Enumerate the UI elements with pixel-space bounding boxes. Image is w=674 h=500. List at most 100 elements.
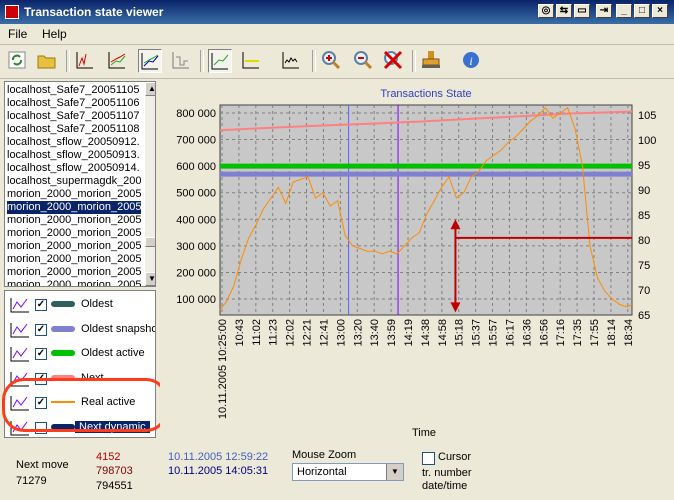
file-list-item[interactable]: localhost_Safe7_20051108 xyxy=(7,123,141,136)
chart-4-icon[interactable] xyxy=(170,49,194,73)
x-tick-label: 12:21 xyxy=(302,319,314,347)
y-left-tick-label: 400 000 xyxy=(176,214,216,226)
x-tick-label: 13:00 xyxy=(335,319,347,347)
x-tick-label: 15:18 xyxy=(454,319,466,347)
legend-label: Oldest snapshot xyxy=(81,322,156,335)
file-list-item[interactable]: morion_2000_morion_2005 xyxy=(7,214,141,227)
legend-label: Oldest xyxy=(81,298,113,310)
file-list-item[interactable]: morion_2000_morion_2005 xyxy=(7,188,141,201)
legend-swatch xyxy=(51,301,75,307)
chart-2-icon[interactable] xyxy=(106,49,130,73)
file-list[interactable]: localhost_Safe7_20051105 localhost_Safe7_… xyxy=(4,81,156,287)
app-icon xyxy=(5,5,19,19)
file-list-item[interactable]: localhost_Safe7_20051106 xyxy=(7,97,141,110)
mouse-zoom-label: Mouse Zoom xyxy=(292,449,357,461)
legend-chart-icon xyxy=(10,322,29,337)
x-tick-label: 16:17 xyxy=(504,319,516,347)
toolbar: i xyxy=(0,44,674,79)
value-red-1: 4152 xyxy=(96,451,121,463)
legend-row[interactable]: ✓ Oldest active xyxy=(5,342,155,366)
chart-7-icon[interactable] xyxy=(280,49,304,73)
title-bar: Transaction state viewer ◎ ⇆ ▭ ⇥ _ □ × xyxy=(0,0,674,24)
extra-2-icon[interactable]: ⇆ xyxy=(556,4,572,18)
y-right-tick-label: 105 xyxy=(638,110,656,122)
mouse-zoom-select[interactable]: Horizontal ▼ xyxy=(292,463,404,481)
file-list-item[interactable]: morion_2000_morion_2005 xyxy=(7,240,141,253)
file-list-item[interactable]: localhost_sflow_20050912. xyxy=(7,136,141,149)
x-tick-label: 14:38 xyxy=(420,319,432,347)
minimize-icon[interactable]: _ xyxy=(616,4,632,18)
zoom-reset-icon[interactable] xyxy=(382,49,406,73)
x-tick-label: 18:34 xyxy=(623,319,635,347)
file-list-item[interactable]: localhost_supermagdk_200 xyxy=(7,175,141,188)
x-tick-label: 17:16 xyxy=(555,319,567,347)
file-list-scrollbar[interactable]: ▲ ▼ xyxy=(145,82,155,286)
info-icon[interactable]: i xyxy=(460,49,484,73)
open-folder-icon[interactable] xyxy=(36,49,60,73)
x-tick-label: 11:02 xyxy=(251,319,263,346)
menu-file[interactable]: File xyxy=(8,27,27,41)
refresh-icon[interactable] xyxy=(6,49,30,73)
maximize-icon[interactable]: □ xyxy=(634,4,650,18)
tr-number-label: tr. number xyxy=(422,467,472,479)
x-tick-label: 16:36 xyxy=(521,319,533,347)
date-start: 10.11.2005 12:59:22 xyxy=(168,451,269,463)
close-icon[interactable]: × xyxy=(652,4,668,18)
zoom-in-icon[interactable] xyxy=(320,49,344,73)
x-tick-label: 16:56 xyxy=(538,319,550,347)
x-tick-label: 14:19 xyxy=(403,319,415,347)
chart-3-icon[interactable] xyxy=(138,49,162,73)
y-right-tick-label: 75 xyxy=(638,260,650,272)
y-right-tick-label: 100 xyxy=(638,135,656,147)
file-list-item[interactable]: morion_2000_morion_2005 xyxy=(7,266,141,279)
x-tick-label: 17:35 xyxy=(572,319,584,347)
legend-swatch xyxy=(51,350,75,356)
x-tick-label: 10.11.2005 10:25:00 xyxy=(217,319,229,419)
plot-area xyxy=(219,104,633,316)
y-left-tick-label: 200 000 xyxy=(176,267,216,279)
value-black: 794551 xyxy=(96,480,133,492)
y-right-tick-label: 80 xyxy=(638,235,650,247)
file-list-item[interactable]: morion_2000_morion_2005 xyxy=(7,253,141,266)
y-right-tick-label: 95 xyxy=(638,160,650,172)
y-right-tick-label: 65 xyxy=(638,310,650,322)
x-tick-label: 14:58 xyxy=(437,319,449,347)
cursor-checkbox[interactable] xyxy=(422,452,435,465)
x-tick-label: 13:40 xyxy=(369,319,381,347)
zoom-out-icon[interactable] xyxy=(352,49,376,73)
chart-svg[interactable]: Transactions State 100 000 200 000 300 000 4… xyxy=(160,81,672,439)
extra-3-icon[interactable]: ▭ xyxy=(574,4,590,18)
chart-5-icon[interactable] xyxy=(208,49,232,73)
chart-panel[interactable]: Transactions State 100 000 200 000 300 000 4… xyxy=(160,81,672,439)
legend-row[interactable]: ✓ Oldest xyxy=(5,293,155,317)
mouse-zoom-value: Horizontal xyxy=(297,466,347,478)
legend-checkbox[interactable]: ✓ xyxy=(35,348,47,360)
x-axis-label: Time xyxy=(412,427,436,439)
legend-checkbox[interactable]: ✓ xyxy=(35,299,47,311)
file-list-item[interactable]: localhost_sflow_20050914. xyxy=(7,162,141,175)
chevron-down-icon[interactable]: ▼ xyxy=(386,464,403,480)
file-list-item[interactable]: morion_2000_morion_2005 xyxy=(7,227,141,240)
next-move-label: Next move xyxy=(16,459,69,471)
legend-chart-icon xyxy=(10,347,29,362)
y-right-tick-label: 90 xyxy=(638,185,650,197)
highlight-annotation xyxy=(2,378,168,432)
extra-4-icon[interactable]: ⇥ xyxy=(596,4,612,18)
legend-row[interactable]: ✓ Oldest snapshot xyxy=(5,318,155,342)
stamp-icon[interactable] xyxy=(420,49,444,73)
y-left-tick-label: 500 000 xyxy=(176,188,216,200)
extra-1-icon[interactable]: ◎ xyxy=(538,4,554,18)
chart-1-icon[interactable] xyxy=(74,49,98,73)
file-list-item[interactable]: morion_2000_morion_2005 xyxy=(7,201,141,214)
legend-swatch xyxy=(51,325,75,332)
file-list-item[interactable]: morion_2000_morion_2005 xyxy=(7,279,141,286)
value-red-2: 798703 xyxy=(96,465,133,477)
legend-checkbox[interactable]: ✓ xyxy=(35,323,47,336)
file-list-item[interactable]: localhost_Safe7_20051105 xyxy=(7,84,141,97)
file-list-item[interactable]: localhost_sflow_20050913. xyxy=(7,149,141,162)
scrollbar-thumb[interactable] xyxy=(145,237,155,247)
chart-6-icon[interactable] xyxy=(240,49,264,73)
x-tick-label: 13:20 xyxy=(352,319,364,347)
menu-help[interactable]: Help xyxy=(42,27,67,41)
file-list-item[interactable]: localhost_Safe7_20051107 xyxy=(7,110,141,123)
